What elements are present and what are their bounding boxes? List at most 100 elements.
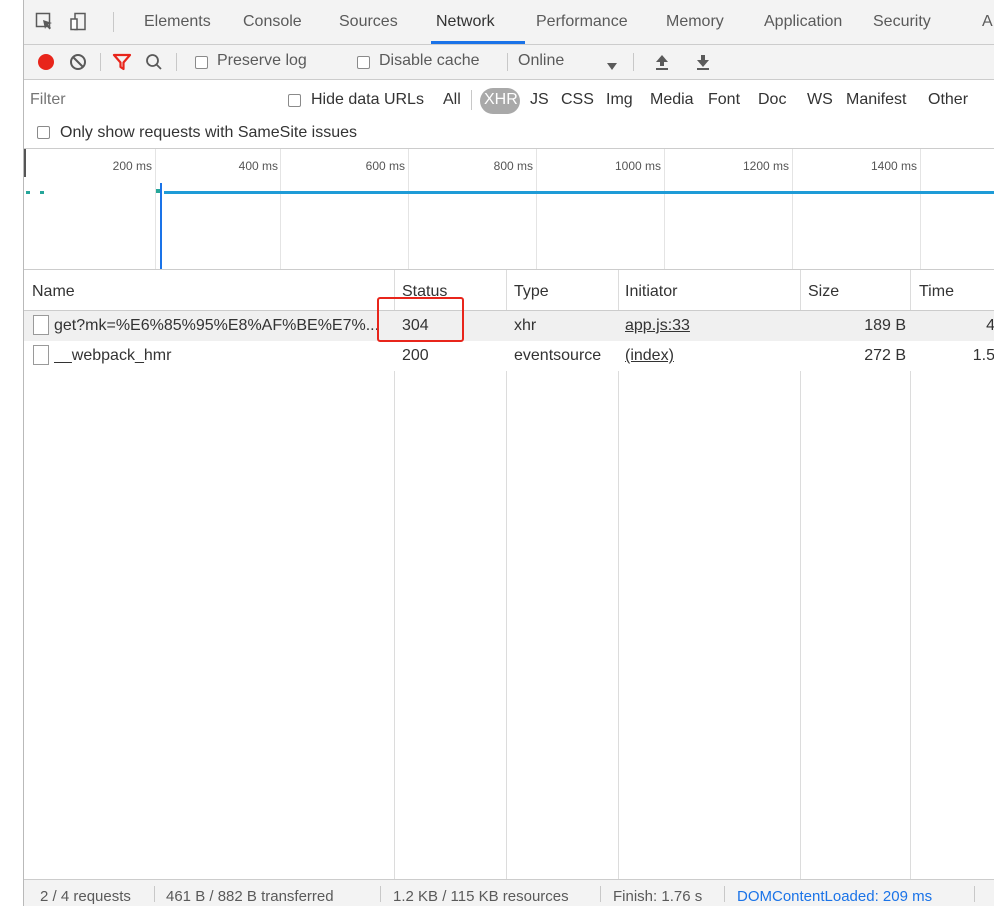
filter-input[interactable] <box>28 87 272 113</box>
samesite-filter-row: Only show requests with SameSite issues <box>24 120 994 149</box>
filter-type-media[interactable]: Media <box>650 91 694 109</box>
tab-console[interactable]: Console <box>243 13 302 31</box>
disable-cache-label: Disable cache <box>379 52 480 69</box>
filter-type-xhr: XHR <box>484 91 518 108</box>
highlight-annotation-box <box>377 297 464 342</box>
overview-gridline <box>664 149 665 269</box>
overview-gridline <box>280 149 281 269</box>
hide-data-urls-checkbox[interactable] <box>288 94 301 107</box>
active-tab-indicator <box>431 41 525 44</box>
request-time: 4 <box>919 317 994 335</box>
request-time: 1.5 <box>972 347 994 364</box>
column-header-name[interactable]: Name <box>32 283 75 301</box>
inspect-element-icon[interactable] <box>35 12 55 32</box>
overview-tick: 1000 ms <box>614 159 661 173</box>
tab-bar: Elements Console Sources Network Perform… <box>24 0 994 45</box>
clear-icon[interactable] <box>69 53 87 76</box>
request-name[interactable]: get?mk=%E6%85%95%E8%AF%BE%E7%... <box>54 317 392 335</box>
overview-tick: 600 ms <box>365 159 405 173</box>
hide-data-urls-label: Hide data URLs <box>311 91 424 108</box>
overview-tick: 800 ms <box>493 159 533 173</box>
tab-overflow-audits[interactable]: A <box>982 13 993 31</box>
overview-tick: 1400 ms <box>870 159 917 173</box>
overview-gridline <box>792 149 793 269</box>
column-header-time[interactable]: Time <box>919 283 954 301</box>
tab-application[interactable]: Application <box>764 13 842 31</box>
toolbar-separator <box>100 53 101 71</box>
column-header-type[interactable]: Type <box>514 283 549 301</box>
overview-start-marker <box>24 149 26 177</box>
tab-performance[interactable]: Performance <box>536 13 628 31</box>
filter-type-css[interactable]: CSS <box>561 91 594 109</box>
network-overview: 200 ms 400 ms 600 ms 800 ms 1000 ms 1200… <box>24 149 994 270</box>
request-bar-eventsource <box>164 191 994 194</box>
request-bar-early <box>26 191 30 194</box>
filter-icon[interactable] <box>112 53 132 76</box>
toolbar-separator <box>633 53 634 71</box>
filter-type-ws[interactable]: WS <box>807 91 833 109</box>
throttling-select[interactable]: Online <box>518 52 564 70</box>
domcontentloaded-marker <box>160 183 162 269</box>
export-har-icon[interactable] <box>696 54 710 75</box>
table-header: Name Status Type Initiator Size Time <box>24 270 994 311</box>
requests-table: Name Status Type Initiator Size Time get… <box>24 270 994 879</box>
request-name[interactable]: __webpack_hmr <box>54 347 392 365</box>
toolbar-separator <box>507 53 508 71</box>
tab-separator <box>113 12 114 32</box>
finish-time: Finish: 1.76 s <box>613 888 703 905</box>
overview-gridline <box>155 149 156 269</box>
request-type: eventsource <box>514 347 602 364</box>
file-icon <box>33 315 49 335</box>
request-count: 2 / 4 requests <box>40 888 131 905</box>
request-size: 272 B <box>864 347 906 364</box>
preserve-log-label: Preserve log <box>217 52 307 69</box>
request-type: xhr <box>514 317 537 334</box>
request-initiator-link[interactable]: (index) <box>625 347 674 365</box>
tab-sources[interactable]: Sources <box>339 13 398 31</box>
record-button[interactable] <box>37 53 55 76</box>
samesite-checkbox[interactable] <box>37 126 50 139</box>
filter-type-manifest[interactable]: Manifest <box>846 91 906 109</box>
tab-elements[interactable]: Elements <box>144 13 211 31</box>
import-har-icon[interactable] <box>655 54 669 75</box>
preserve-log-checkbox[interactable] <box>195 56 208 69</box>
table-row[interactable]: get?mk=%E6%85%95%E8%AF%BE%E7%... 304 xhr… <box>24 311 994 341</box>
status-bar: 2 / 4 requests 461 B / 882 B transferred… <box>24 879 994 906</box>
network-toolbar: Preserve log Disable cache Online <box>24 45 994 80</box>
overview-gridline <box>408 149 409 269</box>
request-status: 200 <box>402 347 429 364</box>
overview-tick: 400 ms <box>238 159 278 173</box>
disable-cache-checkbox[interactable] <box>357 56 370 69</box>
filter-bar: Hide data URLs All XHR JS CSS Img Media … <box>24 80 994 120</box>
resources-size: 1.2 KB / 115 KB resources <box>393 888 569 905</box>
filter-separator <box>471 90 472 110</box>
transferred-size: 461 B / 882 B transferred <box>166 888 334 905</box>
tab-memory[interactable]: Memory <box>666 13 724 31</box>
column-header-initiator[interactable]: Initiator <box>625 283 677 301</box>
tab-network[interactable]: Network <box>436 13 495 31</box>
device-toolbar-icon[interactable] <box>69 12 89 32</box>
filter-type-font[interactable]: Font <box>708 91 740 109</box>
tab-security[interactable]: Security <box>873 13 931 31</box>
filter-type-xhr-active[interactable]: XHR <box>480 88 520 114</box>
samesite-label: Only show requests with SameSite issues <box>60 124 358 141</box>
overview-gridline <box>536 149 537 269</box>
domcontentloaded-time: DOMContentLoaded: 209 ms <box>737 888 933 905</box>
devtools-panel: Elements Console Sources Network Perform… <box>23 0 994 906</box>
request-size: 189 B <box>864 317 906 334</box>
request-bar-early <box>40 191 44 194</box>
toolbar-separator <box>176 53 177 71</box>
column-header-size[interactable]: Size <box>808 283 839 301</box>
filter-type-js[interactable]: JS <box>530 91 549 109</box>
filter-type-all[interactable]: All <box>443 91 461 109</box>
filter-type-img[interactable]: Img <box>606 91 633 109</box>
filter-type-doc[interactable]: Doc <box>758 91 786 109</box>
table-row[interactable]: __webpack_hmr 200 eventsource (index) 27… <box>24 341 994 371</box>
filter-type-other[interactable]: Other <box>928 91 968 109</box>
overview-tick: 200 ms <box>112 159 152 173</box>
overview-gridline <box>920 149 921 269</box>
request-initiator-link[interactable]: app.js:33 <box>625 317 690 335</box>
chevron-down-icon[interactable] <box>607 58 617 76</box>
overview-tick: 1200 ms <box>742 159 789 173</box>
search-icon[interactable] <box>145 53 163 76</box>
